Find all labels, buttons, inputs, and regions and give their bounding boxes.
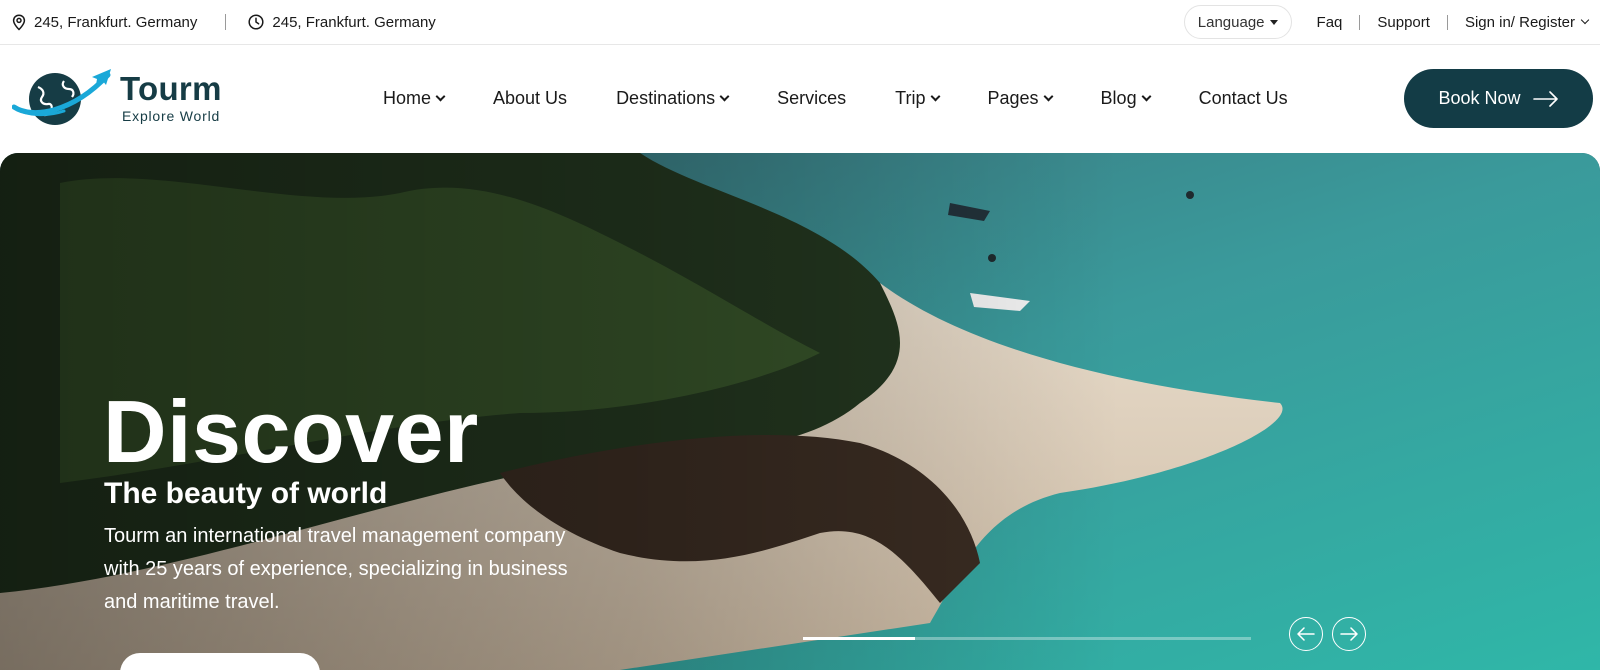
arrow-left-icon	[1297, 627, 1315, 641]
arrow-right-icon	[1532, 90, 1558, 107]
book-now-button[interactable]: Book Now	[1404, 69, 1593, 128]
nav-item-trip[interactable]: Trip	[895, 88, 940, 109]
hero-description: Tourm an international travel management…	[104, 525, 568, 613]
nav-item-services[interactable]: Services	[777, 88, 846, 109]
nav-item-pages[interactable]: Pages	[987, 88, 1053, 109]
chevron-down-icon	[1043, 91, 1053, 102]
chevron-down-icon[interactable]	[1580, 15, 1590, 25]
top-bar: 245, Frankfurt. Germany 245, Frankfurt. …	[0, 0, 1600, 45]
nav-item-blog[interactable]: Blog	[1100, 88, 1152, 109]
nav-item-destinations[interactable]: Destinations	[616, 88, 730, 109]
hero-slider: Discover The beauty of world Tourm an in…	[0, 153, 1600, 670]
slider-next-button[interactable]	[1332, 617, 1366, 651]
slider-progress-track	[803, 637, 1251, 640]
nav-item-contact-us[interactable]: Contact Us	[1199, 88, 1288, 109]
arrow-right-icon	[1340, 627, 1358, 641]
globe-plane-icon	[12, 69, 111, 125]
nav-item-label: Home	[383, 88, 432, 108]
faq-link[interactable]: Faq	[1317, 14, 1343, 31]
language-label: Language	[1197, 13, 1265, 31]
logo-name: Tourm	[120, 70, 222, 107]
chevron-down-icon	[435, 91, 446, 102]
signin-register-link[interactable]: Sign in/ Register	[1465, 14, 1575, 31]
divider	[225, 14, 227, 30]
main-header: Tourm Explore World Home About Us Destin…	[0, 45, 1600, 153]
hours-text: 245, Frankfurt. Germany	[272, 13, 436, 31]
hero-title: Discover	[103, 382, 479, 481]
slider-prev-button[interactable]	[1289, 617, 1323, 651]
chevron-down-icon	[930, 91, 940, 102]
language-select[interactable]: Language	[1183, 5, 1292, 39]
support-link[interactable]: Support	[1377, 14, 1430, 31]
main-nav: Home About Us Destinations Services Trip…	[383, 88, 1288, 109]
chevron-down-icon	[719, 91, 730, 102]
book-now-label: Book Now	[1438, 88, 1521, 108]
location-pin-icon	[12, 13, 26, 31]
address-info: 245, Frankfurt. Germany	[12, 14, 197, 31]
clock-icon	[248, 14, 264, 30]
nav-item-label: Services	[777, 88, 847, 108]
nav-item-label: Trip	[895, 88, 926, 108]
nav-item-home[interactable]: Home	[383, 88, 446, 109]
caret-down-icon	[1269, 19, 1278, 25]
logo[interactable]: Tourm Explore World	[12, 67, 222, 129]
nav-item-label: Pages	[987, 88, 1039, 108]
hero-cta-button[interactable]	[120, 653, 320, 670]
divider	[1446, 14, 1448, 30]
nav-item-label: Blog	[1100, 88, 1137, 108]
address-text: 245, Frankfurt. Germany	[34, 13, 198, 31]
chevron-down-icon	[1141, 91, 1152, 102]
nav-item-label: About Us	[493, 88, 568, 108]
divider	[1359, 14, 1361, 30]
slider-progress-fill	[803, 637, 915, 640]
logo-tagline: Explore World	[122, 108, 221, 124]
nav-item-label: Destinations	[616, 88, 716, 108]
nav-item-label: Contact Us	[1198, 88, 1288, 108]
hero-subtitle: The beauty of world	[104, 477, 388, 510]
nav-item-about-us[interactable]: About Us	[493, 88, 567, 109]
hours-info: 245, Frankfurt. Germany	[248, 13, 436, 31]
top-bar-links: Language Faq Support Sign in/ Register	[1183, 5, 1590, 39]
